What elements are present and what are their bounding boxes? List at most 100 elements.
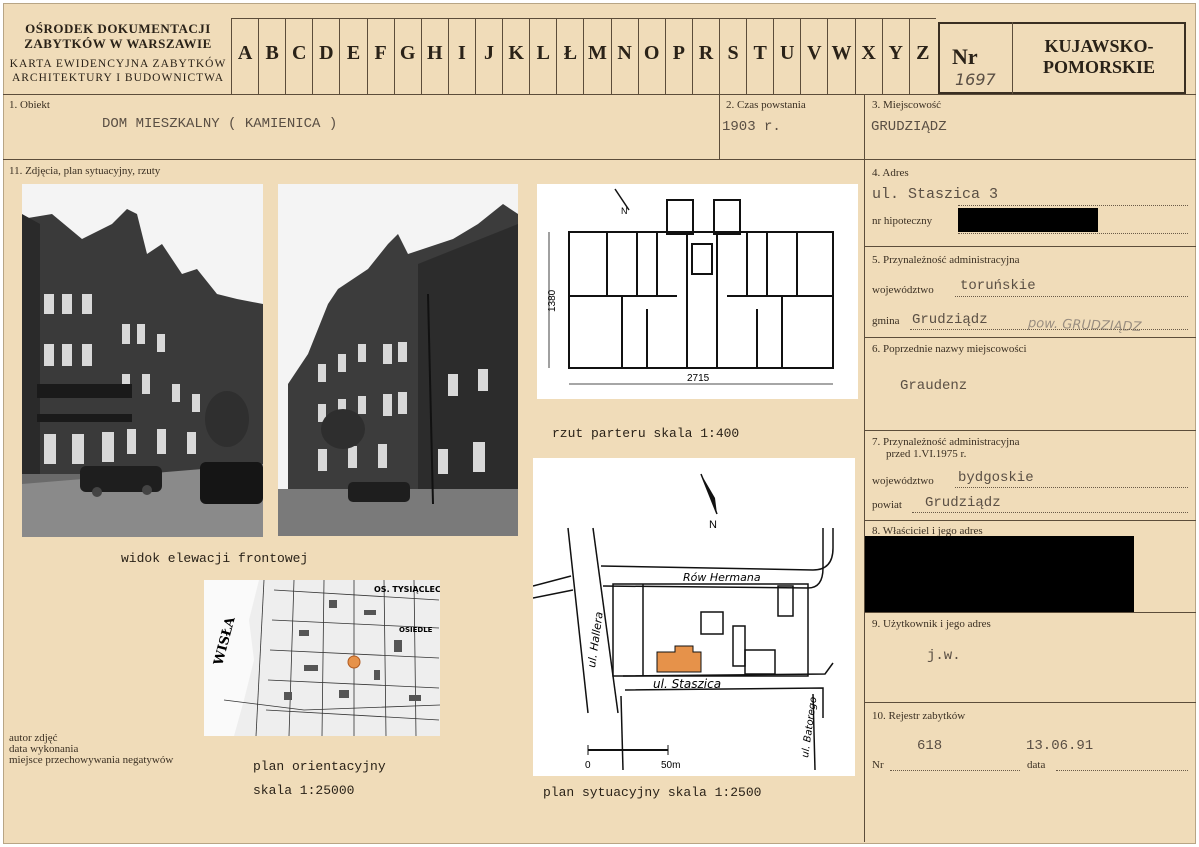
rejestr-nr-label: Nr <box>872 759 884 771</box>
woj75-label: województwo <box>872 475 934 487</box>
map-os-label: OS. TYSIĄCLECIA <box>374 585 440 594</box>
index-letter: H <box>420 18 448 94</box>
street-main-label: ul. Staszica <box>653 677 721 691</box>
index-letter: N <box>610 18 638 94</box>
header-divider <box>3 94 1196 95</box>
right-column-line <box>864 94 865 842</box>
woj-label: województwo <box>872 284 934 296</box>
uzytkownik-label: 9. Użytkownik i jego adres <box>872 618 991 630</box>
dotted-line <box>912 512 1188 513</box>
index-letter: F <box>366 18 394 94</box>
woj-value: toruńskie <box>960 278 1036 294</box>
sec5-top <box>864 246 1196 247</box>
sec8-top <box>864 520 1196 521</box>
org-line2: ZABYTKÓW W WARSZAWIE <box>24 36 212 51</box>
obiekt-value: DOM MIESZKALNY ( KAMIENICA ) <box>102 116 338 132</box>
row1-bottom <box>3 159 1196 160</box>
row1-v1 <box>719 94 720 159</box>
nr-divider <box>1012 22 1013 94</box>
obiekt-label: 1. Obiekt <box>9 99 50 111</box>
region-line2: POMORSKIE <box>1042 57 1155 77</box>
index-letter: V <box>800 18 827 94</box>
index-letter: M <box>583 18 610 94</box>
sec9-top <box>864 612 1196 613</box>
index-letter: Ł <box>556 18 583 94</box>
redacted-owner <box>865 536 1134 612</box>
dotted-line <box>955 296 1188 297</box>
index-letter: J <box>474 18 502 94</box>
poprz-label: 6. Poprzednie nazwy miejscowości <box>872 343 1027 355</box>
powiat-value: Grudziądz <box>925 495 1001 511</box>
street-top-label: Rów Hermana <box>683 571 761 584</box>
hipoteczny-label: nr hipoteczny <box>872 215 933 227</box>
dotted-line <box>955 487 1188 488</box>
index-letter: Y <box>881 18 909 94</box>
adres-label: 4. Adres <box>872 167 909 179</box>
facade-photo-2 <box>278 184 518 536</box>
dotted-line <box>890 770 1020 771</box>
sub-line2: ARCHITEKTURY I BUDOWNICTWA <box>11 72 225 84</box>
dotted-line <box>958 233 1188 234</box>
przyn-label: 5. Przynależność administracyjna <box>872 254 1020 266</box>
widok-caption: widok elewacji frontowej <box>121 551 309 566</box>
index-letter: S <box>718 18 746 94</box>
index-letter: Z <box>908 18 936 94</box>
index-letter: K <box>502 18 529 94</box>
rejestr-data-label: data <box>1027 759 1046 771</box>
site-plan-north: N <box>709 519 717 531</box>
powiat-label: powiat <box>872 499 902 511</box>
map-osiedle-label: OSIEDLE <box>399 626 433 634</box>
index-letter: W <box>827 18 854 94</box>
negatywy-label: miejsce przechowywania negatywów <box>9 754 174 766</box>
scale-zero: 0 <box>585 760 591 771</box>
woj75-value: bydgoskie <box>958 470 1034 486</box>
site-plan-image: N Rów Hermana ul. Hallera ul. Staszica u… <box>533 458 855 776</box>
przyn75-label-1: 7. Przynależność administracyjna <box>872 436 1020 448</box>
index-letter: O <box>637 18 665 94</box>
poprz-value: Graudenz <box>900 378 968 394</box>
ground-floor-plan: N 1380 2715 <box>537 184 858 399</box>
sub-line1: KARTA EWIDENCYJNA ZABYTKÓW <box>9 58 227 70</box>
index-letter: E <box>339 18 366 94</box>
index-letter: T <box>746 18 773 94</box>
gmina-value: Grudziądz <box>912 312 988 328</box>
redacted-hipoteczny <box>958 208 1098 232</box>
facade-photo-1 <box>22 184 263 537</box>
index-letter: P <box>664 18 692 94</box>
ground-floor-plan-image: N 1380 2715 <box>537 184 858 399</box>
index-letter: I <box>447 18 475 94</box>
photo-info: autor zdjęć data wykonania miejsce przec… <box>9 733 173 766</box>
nr-label: Nr <box>952 44 978 69</box>
miejscowosc-value: GRUDZIĄDZ <box>871 119 947 135</box>
uzytkownik-value: j.w. <box>927 648 961 664</box>
gmina-label: gmina <box>872 315 900 327</box>
czas-label: 2. Czas powstania <box>726 99 806 111</box>
index-letter: X <box>854 18 882 94</box>
facade-photo-1-image <box>22 184 263 537</box>
index-letter: U <box>773 18 800 94</box>
zdjecia-label: 11. Zdjęcia, plan sytuacyjny, rzuty <box>9 165 161 177</box>
facade-photo-2-image <box>278 184 518 536</box>
index-letters: A B C D E F G H I J K L Ł M N O P R S T … <box>231 18 936 94</box>
floorplan-dim-h: 1380 <box>547 289 558 312</box>
index-letter: D <box>312 18 339 94</box>
index-letter: B <box>258 18 285 94</box>
rejestr-nr-value: 618 <box>917 738 943 754</box>
sec10-top <box>864 702 1196 703</box>
sec7-top <box>864 430 1196 431</box>
rejestr-data-value: 13.06.91 <box>1026 738 1094 754</box>
plan-sytu-caption: plan sytuacyjny skala 1:2500 <box>543 785 762 800</box>
adres-value: ul. Staszica 3 <box>872 186 999 203</box>
index-letter: G <box>393 18 421 94</box>
dotted-line <box>958 205 1188 206</box>
czas-value: 1903 r. <box>722 119 781 135</box>
dotted-line <box>1056 770 1188 771</box>
region-name: KUJAWSKO- POMORSKIE <box>1014 36 1184 78</box>
floorplan-north: N <box>621 206 628 216</box>
sec6-top <box>864 337 1196 338</box>
floorplan-dim-w: 2715 <box>687 373 710 384</box>
org-line1: OŚRODEK DOKUMENTACJI <box>25 21 211 36</box>
index-letter: R <box>691 18 719 94</box>
orientation-map: WISŁA OS. TYSIĄCLECIA OSIEDLE <box>204 580 440 736</box>
scale-fifty: 50m <box>661 760 680 771</box>
